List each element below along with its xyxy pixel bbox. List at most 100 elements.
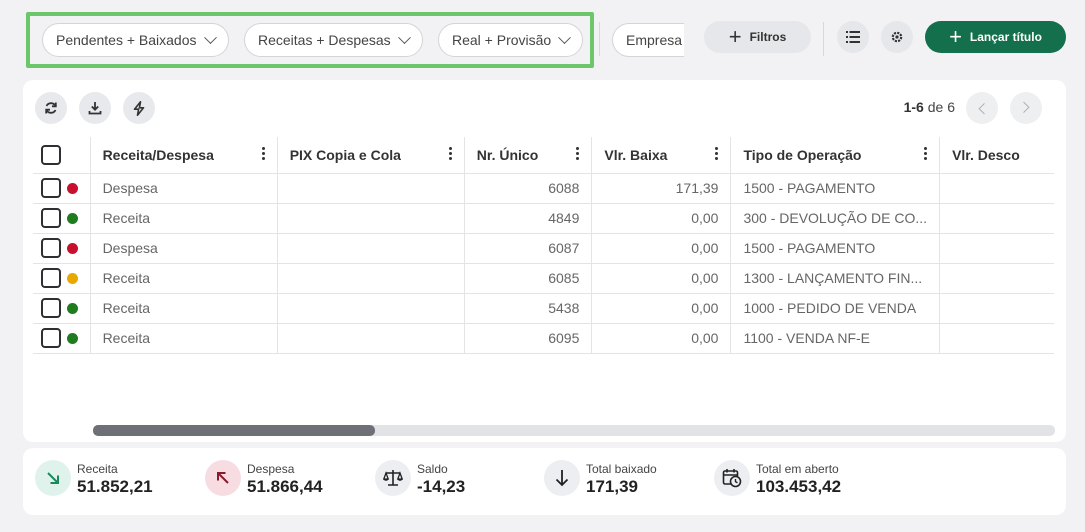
column-header[interactable]: Vlr. Baixa [591, 137, 732, 174]
cell-vlr-baixa: 0,00 [591, 203, 732, 234]
table-row[interactable]: Receita 5438 0,00 1000 - PEDIDO DE VENDA [33, 293, 1054, 324]
chevron-left-icon [978, 103, 990, 115]
row-select-cell [33, 263, 91, 294]
table-row[interactable]: Despesa 6087 0,00 1500 - PAGAMENTO [33, 233, 1054, 264]
type-filter-select[interactable]: Receitas + Despesas [244, 23, 423, 57]
mode-filter-select[interactable]: Real + Provisão [438, 23, 584, 57]
summary-value: 103.453,42 [756, 477, 842, 496]
pagination-range: 1-6 [903, 99, 924, 115]
cell-pix [277, 323, 465, 354]
pagination-info: 1-6 de 6 [904, 99, 955, 115]
table-row[interactable]: Receita 6095 0,00 1100 - VENDA NF-E [33, 323, 1054, 354]
cell-nr-unico: 6087 [464, 233, 593, 264]
cell-tipo-operacao: 1500 - PAGAMENTO [730, 173, 941, 204]
status-dot [67, 302, 78, 314]
table-row[interactable]: Despesa 6088 171,39 1500 - PAGAMENTO [33, 173, 1054, 204]
status-dot [67, 332, 78, 344]
cell-vlr-desconto [939, 233, 1054, 264]
row-checkbox[interactable] [41, 208, 61, 228]
column-menu-icon[interactable] [448, 147, 452, 161]
cell-pix [277, 203, 465, 234]
settings-button[interactable] [881, 21, 913, 53]
next-page-button[interactable] [1010, 92, 1042, 124]
cell-receita-despesa: Receita [90, 293, 278, 324]
pagination-total: 6 [947, 99, 955, 115]
column-header[interactable]: Vlr. Desco [939, 137, 1054, 174]
column-header[interactable]: Receita/Despesa [90, 137, 278, 174]
filters-button[interactable]: + Filtros [704, 21, 811, 53]
list-view-button[interactable] [837, 21, 869, 53]
previous-page-button[interactable] [966, 92, 998, 124]
add-title-button[interactable]: + Lançar título [925, 21, 1066, 53]
summary-label: Saldo [417, 462, 448, 476]
cell-vlr-baixa: 0,00 [591, 293, 732, 324]
column-menu-icon[interactable] [715, 147, 719, 161]
cell-receita-despesa: Despesa [90, 233, 278, 264]
cell-vlr-desconto [939, 263, 1054, 294]
cell-receita-despesa: Despesa [90, 173, 278, 204]
divider [823, 22, 824, 56]
company-filter-input[interactable]: Empresa [612, 23, 684, 57]
download-icon [88, 102, 102, 115]
cell-receita-despesa: Receita [90, 203, 278, 234]
filters-button-label: Filtros [749, 30, 787, 44]
plus-icon: + [728, 24, 742, 49]
cell-tipo-operacao: 1500 - PAGAMENTO [730, 233, 941, 264]
icon-bg [375, 460, 411, 496]
cell-vlr-desconto [939, 173, 1054, 204]
chevron-down-icon [397, 30, 411, 44]
download-button[interactable] [79, 92, 111, 124]
column-header[interactable]: Nr. Único [464, 137, 593, 174]
column-menu-icon[interactable] [261, 147, 265, 161]
column-menu-icon[interactable] [576, 147, 580, 161]
cell-nr-unico: 5438 [464, 293, 593, 324]
scrollbar-thumb[interactable] [93, 425, 375, 436]
row-checkbox[interactable] [41, 178, 61, 198]
column-header-label: Receita/Despesa [102, 146, 214, 163]
select-all-checkbox[interactable] [41, 144, 61, 165]
table-row[interactable]: Receita 6085 0,00 1300 - LANÇAMENTO FIN... [33, 263, 1054, 294]
summary-value: 171,39 [586, 477, 638, 496]
table-row[interactable]: Receita 4849 0,00 300 - DEVOLUÇÃO DE CO... [33, 203, 1054, 234]
refresh-icon [45, 102, 57, 114]
summary-label: Total baixado [586, 462, 657, 476]
column-header[interactable]: Tipo de Operação [730, 137, 941, 174]
mode-filter-label: Real + Provisão [452, 32, 552, 48]
refresh-button[interactable] [35, 92, 67, 124]
column-header-label: Nr. Único [476, 146, 539, 163]
status-filter-select[interactable]: Pendentes + Baixados [42, 23, 229, 57]
plus-icon: + [949, 24, 962, 49]
filter-bar: Pendentes + Baixados Receitas + Despesas… [0, 0, 1085, 78]
summary-value: -14,23 [417, 477, 466, 496]
cell-vlr-desconto [939, 203, 1054, 234]
list-icon [846, 31, 860, 43]
select-all-cell [33, 137, 91, 174]
cell-nr-unico: 6095 [464, 323, 593, 354]
table-body: Despesa 6088 171,39 1500 - PAGAMENTO Receita… [33, 173, 1054, 354]
arrow-up-left-icon [217, 472, 229, 484]
cell-pix [277, 173, 465, 204]
row-checkbox[interactable] [41, 328, 61, 348]
quick-actions-button[interactable] [123, 92, 155, 124]
row-select-cell [33, 233, 91, 264]
chevron-down-icon [203, 30, 217, 44]
column-header[interactable]: PIX Copia e Cola [277, 137, 465, 174]
icon-bg [544, 460, 580, 496]
row-select-cell [33, 323, 91, 354]
horizontal-scrollbar[interactable] [93, 425, 1055, 436]
type-filter-label: Receitas + Despesas [258, 32, 391, 48]
summary-value: 51.852,21 [77, 477, 153, 496]
cell-vlr-desconto [939, 323, 1054, 354]
cell-tipo-operacao: 1100 - VENDA NF-E [730, 323, 941, 354]
status-filter-label: Pendentes + Baixados [56, 32, 197, 48]
row-checkbox[interactable] [41, 238, 61, 258]
pagination-of: de [927, 99, 944, 115]
row-checkbox[interactable] [41, 298, 61, 318]
column-menu-icon[interactable] [924, 147, 928, 161]
titles-grid: Receita/Despesa PIX Copia e Cola Nr. Úni… [33, 137, 1054, 437]
table-header-row: Receita/Despesa PIX Copia e Cola Nr. Úni… [33, 137, 1054, 174]
chevron-down-icon [558, 30, 572, 44]
row-checkbox[interactable] [41, 268, 61, 288]
cell-vlr-baixa: 0,00 [591, 233, 732, 264]
summary-label: Total em aberto [756, 462, 839, 476]
